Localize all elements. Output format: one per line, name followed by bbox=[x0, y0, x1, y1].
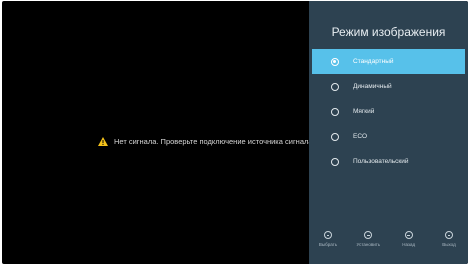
back-button-icon bbox=[404, 231, 413, 239]
no-signal-notice: Нет сигнала. Проверьте подключение источ… bbox=[98, 137, 313, 146]
select-label: Выбрать bbox=[318, 242, 338, 247]
ok-button-icon bbox=[364, 231, 373, 239]
option-label: ECO bbox=[353, 133, 368, 140]
tv-screen: Нет сигнала. Проверьте подключение источ… bbox=[2, 1, 468, 264]
confirm-button[interactable]: Установить bbox=[353, 231, 383, 247]
picture-mode-option-user[interactable]: Пользовательский bbox=[312, 149, 465, 174]
no-signal-message: Нет сигнала. Проверьте подключение источ… bbox=[114, 137, 313, 146]
picture-mode-option-standard[interactable]: Стандартный bbox=[312, 49, 465, 74]
back-label: Назад bbox=[402, 242, 416, 247]
panel-title: Режим изображения bbox=[331, 25, 446, 39]
select-button[interactable]: Выбрать bbox=[313, 231, 343, 247]
confirm-label: Установить bbox=[356, 242, 381, 247]
exit-button[interactable]: Выход bbox=[434, 231, 464, 247]
panel-footer: Выбрать Установить Назад Выход bbox=[309, 231, 468, 247]
picture-mode-option-eco[interactable]: ECO bbox=[312, 124, 465, 149]
picture-mode-option-soft[interactable]: Мягкий bbox=[312, 99, 465, 124]
option-label: Пользовательский bbox=[353, 158, 409, 165]
picture-mode-option-dynamic[interactable]: Динамичный bbox=[312, 74, 465, 99]
option-label: Стандартный bbox=[353, 58, 394, 65]
option-label: Динамичный bbox=[353, 83, 392, 90]
radio-button-icon bbox=[331, 132, 339, 141]
picture-mode-panel: Режим изображения Стандартный Динамичный… bbox=[309, 1, 468, 264]
back-button[interactable]: Назад bbox=[394, 231, 424, 247]
radio-button-icon bbox=[331, 107, 339, 116]
warning-triangle-icon bbox=[98, 137, 108, 146]
picture-mode-options: Стандартный Динамичный Мягкий ECO Пользо… bbox=[312, 49, 465, 174]
select-button-icon bbox=[324, 231, 332, 239]
radio-button-icon bbox=[331, 157, 339, 166]
radio-button-icon bbox=[331, 57, 339, 66]
radio-dot-icon bbox=[333, 59, 337, 63]
radio-button-icon bbox=[331, 82, 339, 91]
exit-button-icon bbox=[444, 231, 453, 239]
option-label: Мягкий bbox=[353, 108, 375, 115]
exit-label: Выход bbox=[442, 242, 456, 247]
